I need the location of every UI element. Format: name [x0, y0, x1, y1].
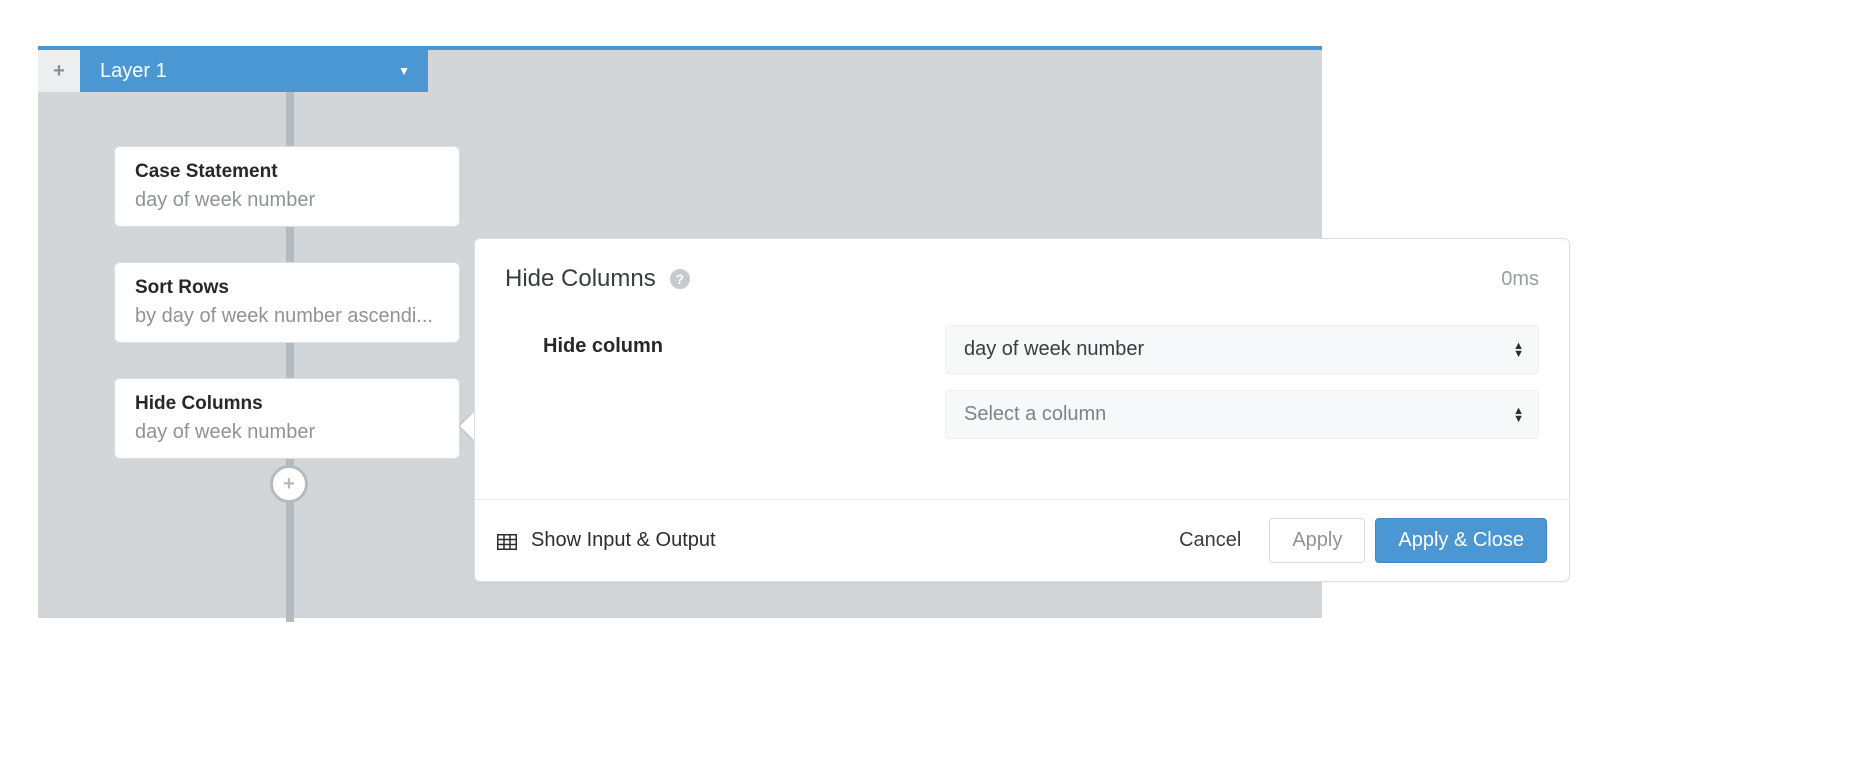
node-case-statement[interactable]: Case Statement day of week number [114, 146, 460, 227]
apply-close-button[interactable]: Apply & Close [1375, 518, 1547, 563]
node-subtitle: by day of week number ascendi... [135, 305, 439, 328]
panel-footer: Show Input & Output Cancel Apply Apply &… [475, 499, 1569, 581]
show-io-label: Show Input & Output [531, 529, 716, 552]
config-panel: Hide Columns ? 0ms Hide column day of we… [474, 238, 1570, 582]
add-node-button[interactable]: + [270, 465, 308, 503]
node-subtitle: day of week number [135, 421, 439, 444]
node-title: Case Statement [135, 161, 439, 183]
caret-down-icon: ▼ [398, 64, 410, 78]
add-layer-button[interactable]: + [38, 50, 80, 92]
field-inputs: day of week number ▲▼ Select a column ▲▼ [945, 325, 1539, 439]
execution-timing: 0ms [1501, 268, 1539, 291]
sort-caret-icon: ▲▼ [1513, 342, 1524, 358]
select-value: Select a column [964, 403, 1106, 425]
node-subtitle: day of week number [135, 189, 439, 212]
hide-column-select-1[interactable]: day of week number ▲▼ [945, 325, 1539, 374]
panel-pointer-icon [460, 412, 474, 440]
help-icon[interactable]: ? [670, 269, 690, 289]
apply-button[interactable]: Apply [1269, 518, 1365, 563]
cancel-button[interactable]: Cancel [1161, 519, 1259, 562]
tab-layer-1[interactable]: Layer 1 ▼ [80, 50, 428, 92]
select-value: day of week number [964, 338, 1144, 360]
pipeline-canvas: + Layer 1 ▼ Case Statement day of week n… [38, 46, 1322, 618]
node-title: Sort Rows [135, 277, 439, 299]
table-icon [497, 533, 517, 549]
panel-header: Hide Columns ? 0ms [475, 239, 1569, 305]
panel-body: Hide column day of week number ▲▼ Select… [475, 305, 1569, 499]
panel-title: Hide Columns [505, 265, 656, 293]
layer-tabs: + Layer 1 ▼ [38, 50, 1322, 92]
node-hide-columns[interactable]: Hide Columns day of week number [114, 378, 460, 459]
layer-tab-label: Layer 1 [100, 60, 167, 83]
field-label: Hide column [505, 325, 945, 439]
sort-caret-icon: ▲▼ [1513, 407, 1524, 423]
node-title: Hide Columns [135, 393, 439, 415]
node-sort-rows[interactable]: Sort Rows by day of week number ascendi.… [114, 262, 460, 343]
hide-column-select-2[interactable]: Select a column ▲▼ [945, 390, 1539, 439]
show-input-output-toggle[interactable]: Show Input & Output [497, 529, 716, 552]
